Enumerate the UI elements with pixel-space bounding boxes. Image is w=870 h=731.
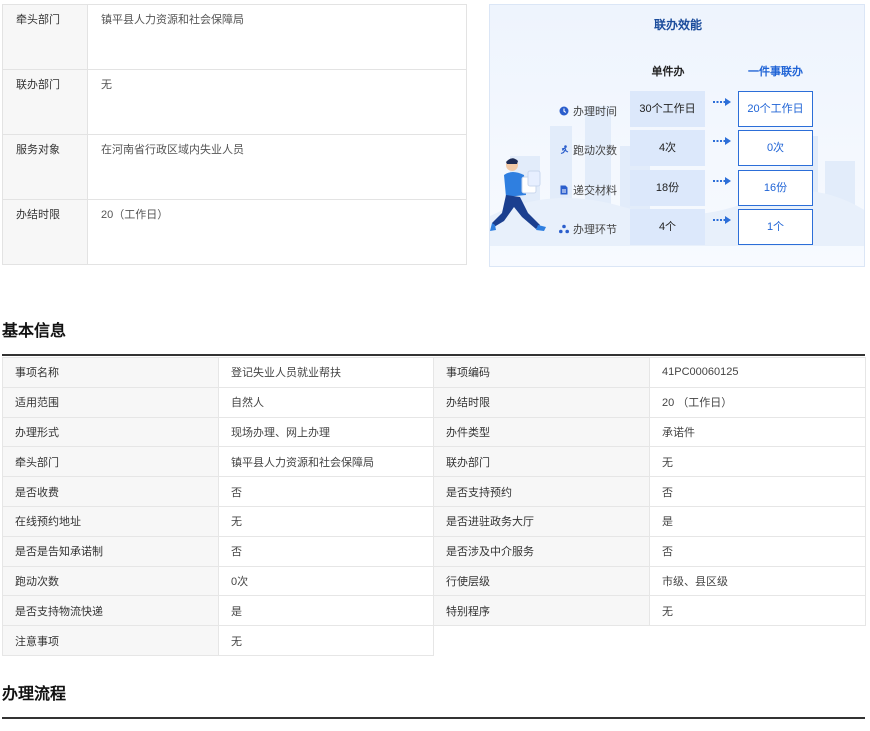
field-label: 是否是告知承诺制 xyxy=(2,535,219,567)
arrow-right-icon xyxy=(713,137,731,145)
table-row: 是否是告知承诺制 否 是否涉及中介服务 否 xyxy=(2,535,866,567)
joint-efficiency-panel: 联办效能 单件办 一件事联办 办理时间 30个工作日 20个工作日 跑动次数 4… xyxy=(489,4,865,267)
table-row: 适用范围 自然人 办结时限 20 （工作日） xyxy=(2,386,866,418)
single-value: 30个工作日 xyxy=(630,91,705,127)
top-info-label: 联办部门 xyxy=(2,69,88,135)
field-label: 是否涉及中介服务 xyxy=(433,535,650,567)
single-value: 4个 xyxy=(630,209,705,245)
table-row: 是否支持物流快递 是 特别程序 无 xyxy=(2,595,866,627)
table-row: 在线预约地址 无 是否进驻政务大厅 是 xyxy=(2,505,866,537)
field-value: 否 xyxy=(218,476,434,507)
field-value: 无 xyxy=(649,595,866,627)
section-heading-basic-info: 基本信息 xyxy=(2,323,67,340)
field-value: 是 xyxy=(218,595,434,627)
field-label: 事项名称 xyxy=(2,357,219,388)
single-column-header: 单件办 xyxy=(651,66,685,78)
field-value: 0次 xyxy=(218,565,434,597)
field-label: 跑动次数 xyxy=(2,565,219,597)
field-value: 镇平县人力资源和社会保障局 xyxy=(218,446,434,478)
clock-icon xyxy=(559,106,569,116)
field-value: 无 xyxy=(218,505,434,537)
top-info-label: 办结时限 xyxy=(2,199,88,265)
field-label: 是否支持预约 xyxy=(433,476,650,507)
table-row: 事项名称 登记失业人员就业帮扶 事项编码 41PC00060125 xyxy=(2,357,866,388)
field-value: 无 xyxy=(218,625,434,656)
arrow-right-icon xyxy=(713,177,731,185)
field-value: 20 （工作日） xyxy=(649,386,866,418)
field-label: 是否收费 xyxy=(2,476,219,507)
arrow-right-icon xyxy=(713,216,731,224)
field-value: 无 xyxy=(649,446,866,478)
nodes-icon xyxy=(559,224,569,234)
top-info-value: 在河南省行政区域内失业人员 xyxy=(87,134,467,200)
field-value: 否 xyxy=(649,476,866,507)
section-divider xyxy=(2,717,865,719)
joint-value: 1个 xyxy=(738,209,813,245)
top-info-row: 办结时限 20（工作日） xyxy=(2,199,467,265)
section-heading-process: 办理流程 xyxy=(2,686,67,703)
field-label: 特别程序 xyxy=(433,595,650,627)
field-label: 事项编码 xyxy=(433,357,650,388)
field-value: 否 xyxy=(218,535,434,567)
efficiency-title: 联办效能 xyxy=(653,18,702,32)
efficiency-row-label: 递交材料 xyxy=(573,185,617,197)
joint-value: 0次 xyxy=(738,130,813,166)
top-info-value: 20（工作日） xyxy=(87,199,467,265)
top-info-value: 镇平县人力资源和社会保障局 xyxy=(87,4,467,70)
table-row: 是否收费 否 是否支持预约 否 xyxy=(2,476,866,507)
field-label: 办理形式 xyxy=(2,416,219,448)
field-label: 注意事项 xyxy=(2,625,219,656)
section-divider xyxy=(2,354,865,356)
top-info-value: 无 xyxy=(87,69,467,135)
field-label: 在线预约地址 xyxy=(2,505,219,537)
field-value: 登记失业人员就业帮扶 xyxy=(218,357,434,388)
arrow-right-icon xyxy=(713,98,731,106)
joint-value: 16份 xyxy=(738,170,813,206)
runner-illustration xyxy=(490,158,546,231)
joint-column-header: 一件事联办 xyxy=(748,66,803,78)
top-info-label: 牵头部门 xyxy=(2,4,88,70)
field-label: 是否支持物流快递 xyxy=(2,595,219,627)
top-info-label: 服务对象 xyxy=(2,134,88,200)
efficiency-row-label: 跑动次数 xyxy=(573,145,617,157)
field-label: 是否进驻政务大厅 xyxy=(433,505,650,537)
single-value: 18份 xyxy=(630,170,705,206)
efficiency-row-label: 办理环节 xyxy=(573,224,617,236)
running-icon xyxy=(559,145,569,155)
top-info-row: 联办部门 无 xyxy=(2,69,467,135)
document-icon xyxy=(559,185,569,195)
efficiency-row-label: 办理时间 xyxy=(573,106,617,118)
field-value: 承诺件 xyxy=(649,416,866,448)
table-row: 跑动次数 0次 行使层级 市级、县区级 xyxy=(2,565,866,597)
table-row: 办理形式 现场办理、网上办理 办件类型 承诺件 xyxy=(2,416,866,448)
top-info-row: 服务对象 在河南省行政区域内失业人员 xyxy=(2,134,467,200)
top-info-table: 牵头部门 镇平县人力资源和社会保障局 联办部门 无 服务对象 在河南省行政区域内… xyxy=(2,4,467,265)
table-row: 注意事项 无 xyxy=(2,625,866,656)
field-label: 办件类型 xyxy=(433,416,650,448)
field-label: 牵头部门 xyxy=(2,446,219,478)
field-value: 自然人 xyxy=(218,386,434,418)
joint-value: 20个工作日 xyxy=(738,91,813,127)
field-value: 现场办理、网上办理 xyxy=(218,416,434,448)
efficiency-row: 办理时间 30个工作日 20个工作日 xyxy=(490,91,864,127)
table-row: 牵头部门 镇平县人力资源和社会保障局 联办部门 无 xyxy=(2,446,866,478)
top-info-row: 牵头部门 镇平县人力资源和社会保障局 xyxy=(2,4,467,70)
field-value: 市级、县区级 xyxy=(649,565,866,597)
field-label: 适用范围 xyxy=(2,386,219,418)
field-label: 办结时限 xyxy=(433,386,650,418)
field-value: 是 xyxy=(649,505,866,537)
field-value: 41PC00060125 xyxy=(649,357,866,388)
field-label: 行使层级 xyxy=(433,565,650,597)
field-label: 联办部门 xyxy=(433,446,650,478)
basic-info-table: 事项名称 登记失业人员就业帮扶 事项编码 41PC00060125 适用范围 自… xyxy=(2,357,866,656)
single-value: 4次 xyxy=(630,130,705,166)
field-value: 否 xyxy=(649,535,866,567)
